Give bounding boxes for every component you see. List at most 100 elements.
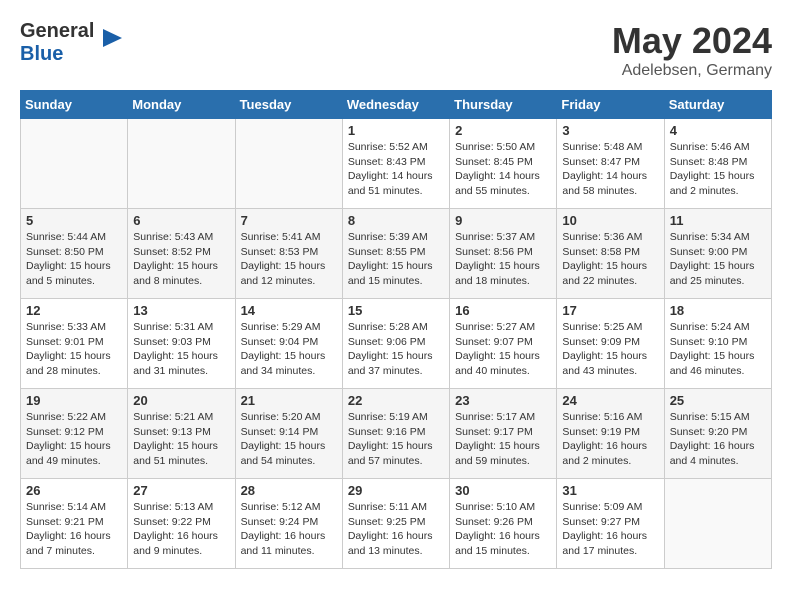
calendar-cell: 7 Sunrise: 5:41 AMSunset: 8:53 PMDaylight… bbox=[235, 209, 342, 299]
day-info: Sunrise: 5:20 AMSunset: 9:14 PMDaylight:… bbox=[241, 410, 337, 469]
day-number: 4 bbox=[670, 123, 766, 138]
calendar-cell: 25 Sunrise: 5:15 AMSunset: 9:20 PMDayligh… bbox=[664, 389, 771, 479]
day-info: Sunrise: 5:48 AMSunset: 8:47 PMDaylight:… bbox=[562, 140, 658, 199]
day-number: 31 bbox=[562, 483, 658, 498]
title-section: May 2024 Adelebsen, Germany bbox=[612, 20, 772, 80]
day-info: Sunrise: 5:41 AMSunset: 8:53 PMDaylight:… bbox=[241, 230, 337, 289]
day-number: 23 bbox=[455, 393, 551, 408]
day-info: Sunrise: 5:29 AMSunset: 9:04 PMDaylight:… bbox=[241, 320, 337, 379]
calendar-cell: 31 Sunrise: 5:09 AMSunset: 9:27 PMDayligh… bbox=[557, 479, 664, 569]
calendar-cell: 2Sunrise: 5:50 AMSunset: 8:45 PMDaylight… bbox=[450, 119, 557, 209]
calendar-cell: 5 Sunrise: 5:44 AMSunset: 8:50 PMDaylight… bbox=[21, 209, 128, 299]
day-info: Sunrise: 5:15 AMSunset: 9:20 PMDaylight:… bbox=[670, 410, 766, 469]
calendar-cell: 22Sunrise: 5:19 AMSunset: 9:16 PMDayligh… bbox=[342, 389, 449, 479]
calendar-cell: 26Sunrise: 5:14 AMSunset: 9:21 PMDayligh… bbox=[21, 479, 128, 569]
header-day-thursday: Thursday bbox=[450, 91, 557, 119]
day-number: 11 bbox=[670, 213, 766, 228]
day-info: Sunrise: 5:52 AMSunset: 8:43 PMDaylight:… bbox=[348, 140, 444, 199]
day-number: 21 bbox=[241, 393, 337, 408]
logo-flag-icon bbox=[98, 24, 126, 52]
calendar-week-row: 26Sunrise: 5:14 AMSunset: 9:21 PMDayligh… bbox=[21, 479, 772, 569]
calendar-week-row: 12 Sunrise: 5:33 AMSunset: 9:01 PMDayligh… bbox=[21, 299, 772, 389]
calendar-cell: 13 Sunrise: 5:31 AMSunset: 9:03 PMDayligh… bbox=[128, 299, 235, 389]
calendar-cell: 12 Sunrise: 5:33 AMSunset: 9:01 PMDayligh… bbox=[21, 299, 128, 389]
day-number: 18 bbox=[670, 303, 766, 318]
day-info: Sunrise: 5:50 AMSunset: 8:45 PMDaylight:… bbox=[455, 140, 551, 199]
day-info: Sunrise: 5:27 AMSunset: 9:07 PMDaylight:… bbox=[455, 320, 551, 379]
day-info: Sunrise: 5:17 AMSunset: 9:17 PMDaylight:… bbox=[455, 410, 551, 469]
calendar-header-row: SundayMondayTuesdayWednesdayThursdayFrid… bbox=[21, 91, 772, 119]
day-info: Sunrise: 5:39 AMSunset: 8:55 PMDaylight:… bbox=[348, 230, 444, 289]
day-info: Sunrise: 5:31 AMSunset: 9:03 PMDaylight:… bbox=[133, 320, 229, 379]
calendar-cell: 9 Sunrise: 5:37 AMSunset: 8:56 PMDaylight… bbox=[450, 209, 557, 299]
calendar-cell: 18 Sunrise: 5:24 AMSunset: 9:10 PMDayligh… bbox=[664, 299, 771, 389]
day-info: Sunrise: 5:09 AMSunset: 9:27 PMDaylight:… bbox=[562, 500, 658, 559]
calendar-cell bbox=[128, 119, 235, 209]
header: General Blue May 2024 Adelebsen, Germany bbox=[20, 20, 772, 80]
header-day-friday: Friday bbox=[557, 91, 664, 119]
day-number: 19 bbox=[26, 393, 122, 408]
calendar-cell: 3 Sunrise: 5:48 AMSunset: 8:47 PMDaylight… bbox=[557, 119, 664, 209]
day-number: 15 bbox=[348, 303, 444, 318]
calendar-cell: 16 Sunrise: 5:27 AMSunset: 9:07 PMDayligh… bbox=[450, 299, 557, 389]
day-number: 28 bbox=[241, 483, 337, 498]
day-number: 26 bbox=[26, 483, 122, 498]
day-info: Sunrise: 5:28 AMSunset: 9:06 PMDaylight:… bbox=[348, 320, 444, 379]
day-number: 17 bbox=[562, 303, 658, 318]
day-number: 6 bbox=[133, 213, 229, 228]
day-info: Sunrise: 5:44 AMSunset: 8:50 PMDaylight:… bbox=[26, 230, 122, 289]
day-number: 22 bbox=[348, 393, 444, 408]
calendar-cell: 29Sunrise: 5:11 AMSunset: 9:25 PMDayligh… bbox=[342, 479, 449, 569]
month-year: May 2024 bbox=[612, 20, 772, 62]
day-number: 16 bbox=[455, 303, 551, 318]
calendar-table: SundayMondayTuesdayWednesdayThursdayFrid… bbox=[20, 90, 772, 569]
day-info: Sunrise: 5:34 AMSunset: 9:00 PMDaylight:… bbox=[670, 230, 766, 289]
day-number: 14 bbox=[241, 303, 337, 318]
calendar-cell bbox=[21, 119, 128, 209]
day-number: 8 bbox=[348, 213, 444, 228]
day-number: 7 bbox=[241, 213, 337, 228]
day-number: 10 bbox=[562, 213, 658, 228]
calendar-cell: 20 Sunrise: 5:21 AMSunset: 9:13 PMDayligh… bbox=[128, 389, 235, 479]
calendar-week-row: 19Sunrise: 5:22 AMSunset: 9:12 PMDayligh… bbox=[21, 389, 772, 479]
day-info: Sunrise: 5:16 AMSunset: 9:19 PMDaylight:… bbox=[562, 410, 658, 469]
calendar-cell: 30 Sunrise: 5:10 AMSunset: 9:26 PMDayligh… bbox=[450, 479, 557, 569]
day-info: Sunrise: 5:37 AMSunset: 8:56 PMDaylight:… bbox=[455, 230, 551, 289]
calendar-cell: 28 Sunrise: 5:12 AMSunset: 9:24 PMDayligh… bbox=[235, 479, 342, 569]
logo-general: General bbox=[20, 20, 94, 42]
day-number: 13 bbox=[133, 303, 229, 318]
logo-text: General Blue bbox=[20, 20, 94, 66]
day-number: 12 bbox=[26, 303, 122, 318]
day-info: Sunrise: 5:33 AMSunset: 9:01 PMDaylight:… bbox=[26, 320, 122, 379]
day-info: Sunrise: 5:13 AMSunset: 9:22 PMDaylight:… bbox=[133, 500, 229, 559]
header-day-sunday: Sunday bbox=[21, 91, 128, 119]
calendar-cell: 24Sunrise: 5:16 AMSunset: 9:19 PMDayligh… bbox=[557, 389, 664, 479]
calendar-cell: 11 Sunrise: 5:34 AMSunset: 9:00 PMDayligh… bbox=[664, 209, 771, 299]
calendar-cell bbox=[235, 119, 342, 209]
calendar-cell: 21 Sunrise: 5:20 AMSunset: 9:14 PMDayligh… bbox=[235, 389, 342, 479]
day-info: Sunrise: 5:21 AMSunset: 9:13 PMDaylight:… bbox=[133, 410, 229, 469]
day-number: 30 bbox=[455, 483, 551, 498]
day-number: 27 bbox=[133, 483, 229, 498]
day-info: Sunrise: 5:12 AMSunset: 9:24 PMDaylight:… bbox=[241, 500, 337, 559]
calendar-cell: 4Sunrise: 5:46 AMSunset: 8:48 PMDaylight… bbox=[664, 119, 771, 209]
day-number: 20 bbox=[133, 393, 229, 408]
header-day-wednesday: Wednesday bbox=[342, 91, 449, 119]
day-info: Sunrise: 5:36 AMSunset: 8:58 PMDaylight:… bbox=[562, 230, 658, 289]
day-info: Sunrise: 5:25 AMSunset: 9:09 PMDaylight:… bbox=[562, 320, 658, 379]
day-number: 9 bbox=[455, 213, 551, 228]
logo-blue: Blue bbox=[20, 43, 63, 65]
calendar-week-row: 1Sunrise: 5:52 AMSunset: 8:43 PMDaylight… bbox=[21, 119, 772, 209]
calendar-cell: 17 Sunrise: 5:25 AMSunset: 9:09 PMDayligh… bbox=[557, 299, 664, 389]
calendar-cell: 10 Sunrise: 5:36 AMSunset: 8:58 PMDayligh… bbox=[557, 209, 664, 299]
calendar-cell: 6Sunrise: 5:43 AMSunset: 8:52 PMDaylight… bbox=[128, 209, 235, 299]
day-info: Sunrise: 5:24 AMSunset: 9:10 PMDaylight:… bbox=[670, 320, 766, 379]
calendar-cell: 27 Sunrise: 5:13 AMSunset: 9:22 PMDayligh… bbox=[128, 479, 235, 569]
day-number: 3 bbox=[562, 123, 658, 138]
calendar-cell: 14 Sunrise: 5:29 AMSunset: 9:04 PMDayligh… bbox=[235, 299, 342, 389]
day-info: Sunrise: 5:10 AMSunset: 9:26 PMDaylight:… bbox=[455, 500, 551, 559]
day-number: 5 bbox=[26, 213, 122, 228]
logo: General Blue bbox=[20, 20, 126, 66]
header-day-tuesday: Tuesday bbox=[235, 91, 342, 119]
day-number: 25 bbox=[670, 393, 766, 408]
